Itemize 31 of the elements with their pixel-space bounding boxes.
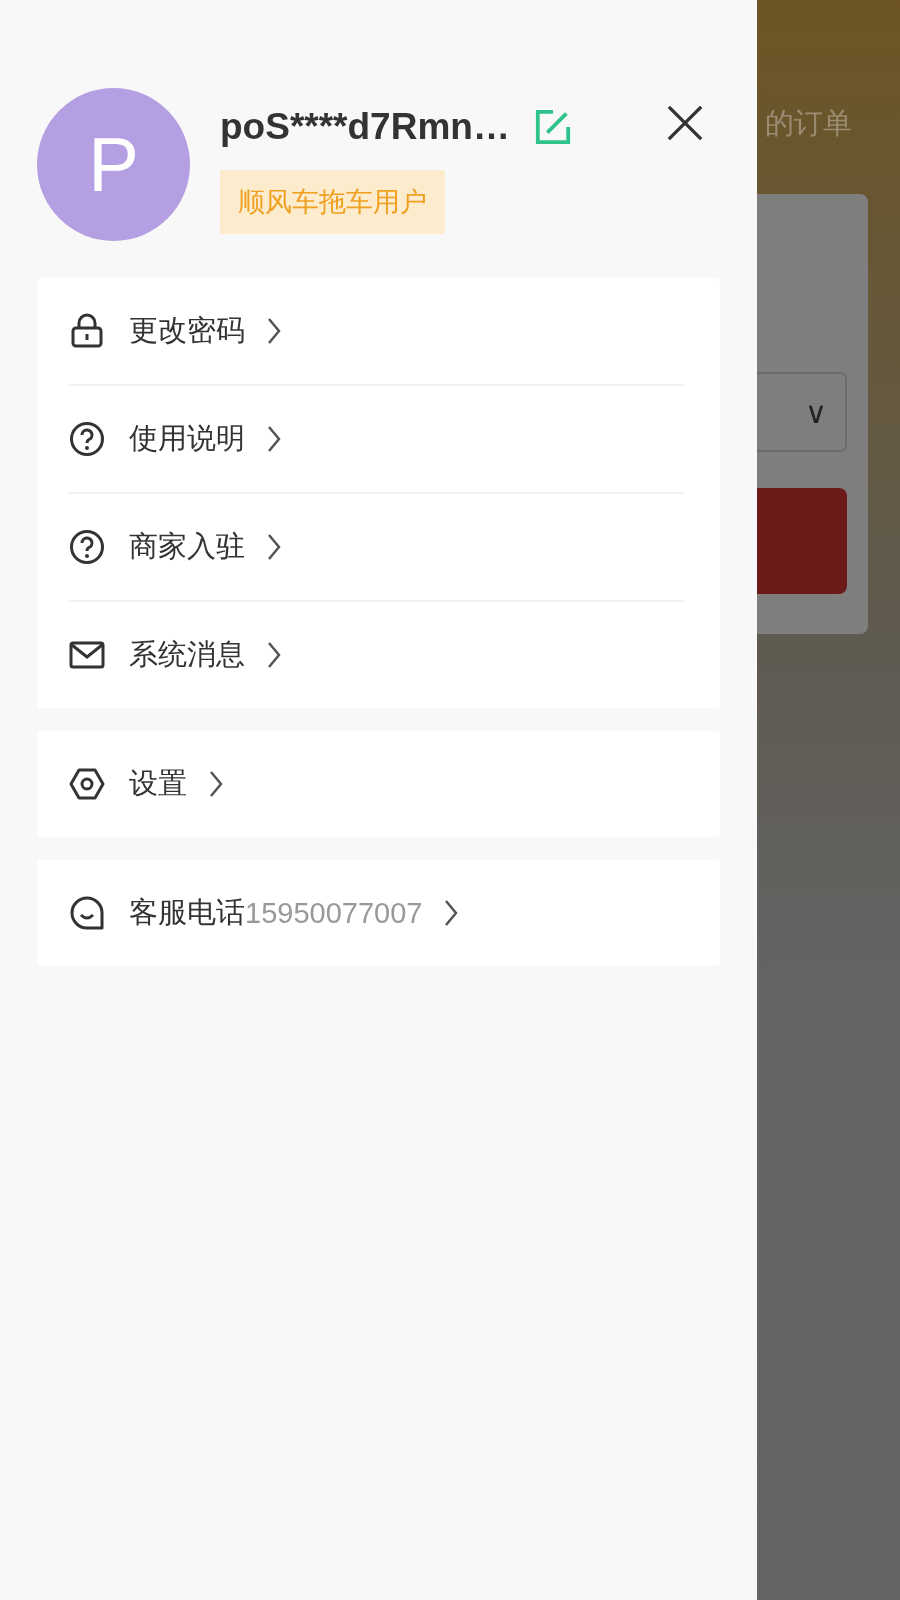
menu-item[interactable]: 商家入驻: [69, 494, 684, 602]
help-icon: [69, 421, 105, 457]
chevron-right-icon: [267, 533, 281, 561]
menu-label: 更改密码: [129, 312, 245, 349]
dropdown-field[interactable]: ∨: [757, 372, 847, 452]
help-icon: [69, 529, 105, 565]
menu-item[interactable]: 更改密码: [69, 278, 684, 386]
menu-item[interactable]: 客服电话15950077007: [69, 860, 684, 966]
user-tag: 顺风车拖车用户: [220, 170, 445, 234]
menu-label: 使用说明: [129, 420, 245, 457]
chevron-right-icon: [267, 641, 281, 669]
menu-item[interactable]: 系统消息: [69, 602, 684, 708]
chevron-right-icon: [209, 770, 223, 798]
menu-label: 客服电话: [129, 894, 245, 931]
chevron-right-icon: [267, 425, 281, 453]
menu-label: 设置: [129, 765, 187, 802]
menu-item[interactable]: 设置: [69, 731, 684, 837]
chevron-right-icon: [267, 317, 281, 345]
chevron-right-icon: [444, 899, 459, 927]
menu-label: 系统消息: [129, 636, 245, 673]
close-icon[interactable]: [666, 104, 704, 142]
menu-label: 商家入驻: [129, 528, 245, 565]
menu-item[interactable]: 使用说明: [69, 386, 684, 494]
user-name: poS****d7Rmn…: [220, 106, 510, 148]
phone-number: 15950077007: [245, 896, 423, 930]
chat-icon: [69, 895, 105, 931]
lock-icon: [69, 313, 105, 349]
avatar: P: [37, 88, 190, 241]
settings-icon: [69, 766, 105, 802]
page-title: 的订单: [765, 105, 853, 142]
edit-icon[interactable]: [533, 108, 572, 146]
